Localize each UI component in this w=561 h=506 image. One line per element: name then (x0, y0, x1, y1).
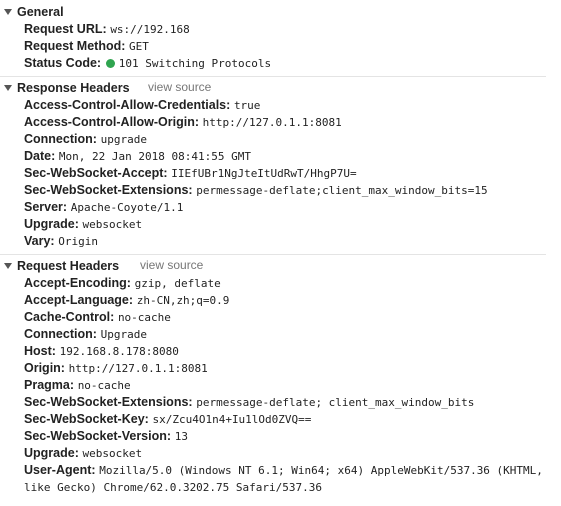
general-section-header[interactable]: General (0, 3, 546, 20)
header-key: Date: (24, 149, 56, 163)
header-key: Upgrade: (24, 217, 79, 231)
request-header-row: Upgrade: websocket (24, 445, 142, 462)
header-key: Access-Control-Allow-Credentials: (24, 98, 231, 112)
general-row-request-method: Request Method: GET (24, 38, 149, 55)
header-key: Connection: (24, 327, 97, 341)
header-value: 13 (174, 430, 188, 443)
request-header-row: Accept-Encoding: gzip, deflate (24, 275, 221, 292)
header-value: true (233, 99, 261, 112)
header-key: User-Agent: (24, 463, 96, 477)
request-headers-section-title: Request Headers (17, 258, 120, 273)
header-key: Request Method: (24, 39, 126, 53)
header-key: Access-Control-Allow-Origin: (24, 115, 200, 129)
header-value: Origin (58, 235, 98, 248)
request-header-row: Sec-WebSocket-Version: 13 (24, 428, 188, 445)
response-headers-section-title: Response Headers (17, 80, 130, 95)
header-key: Status Code: (24, 56, 102, 70)
header-key: Pragma: (24, 378, 75, 392)
header-value: Mon, 22 Jan 2018 08:41:55 GMT (58, 150, 251, 163)
request-header-row: Cache-Control: no-cache (24, 309, 171, 326)
header-value: 101 Switching Protocols (118, 57, 272, 70)
header-key: Accept-Language: (24, 293, 134, 307)
header-value: sx/Zcu4O1n4+Iu1lOd0ZVQ== (152, 413, 312, 426)
general-section-title: General (17, 4, 64, 19)
response-header-row: Date: Mon, 22 Jan 2018 08:41:55 GMT (24, 148, 251, 165)
header-key: Vary: (24, 234, 55, 248)
request-header-row: Origin: http://127.0.1.1:8081 (24, 360, 208, 377)
header-value: Mozilla/5.0 (Windows NT 6.1; Win64; x64)… (99, 464, 543, 477)
header-value: websocket (82, 447, 143, 460)
response-header-row: Sec-WebSocket-Extensions: permessage-def… (24, 182, 488, 199)
request-header-row: Connection: Upgrade (24, 326, 147, 343)
request-header-row: Pragma: no-cache (24, 377, 131, 394)
header-key: Sec-WebSocket-Key: (24, 412, 149, 426)
request-header-row: User-Agent: Mozilla/5.0 (Windows NT 6.1;… (24, 462, 543, 479)
request-header-row: Sec-WebSocket-Extensions: permessage-def… (24, 394, 474, 411)
response-header-row: Access-Control-Allow-Origin: http://127.… (24, 114, 342, 131)
header-key: Sec-WebSocket-Accept: (24, 166, 168, 180)
header-value: http://127.0.1.1:8081 (68, 362, 208, 375)
header-key: Sec-WebSocket-Extensions: (24, 183, 193, 197)
header-value: upgrade (100, 133, 147, 146)
header-value: permessage-deflate;client_max_window_bit… (196, 184, 488, 197)
header-value-continuation: like Gecko) Chrome/62.0.3202.75 Safari/5… (24, 481, 323, 494)
section-divider (0, 76, 546, 77)
header-key: Host: (24, 344, 56, 358)
header-key: Server: (24, 200, 68, 214)
header-value: ws://192.168 (110, 23, 190, 36)
header-value: no-cache (77, 379, 131, 392)
collapse-triangle-icon[interactable] (4, 8, 12, 15)
header-value: zh-CN,zh;q=0.9 (136, 294, 230, 307)
request-header-row: Sec-WebSocket-Key: sx/Zcu4O1n4+Iu1lOd0ZV… (24, 411, 311, 428)
header-value: http://127.0.1.1:8081 (202, 116, 342, 129)
header-key: Cache-Control: (24, 310, 115, 324)
header-value: Upgrade (100, 328, 147, 341)
collapse-triangle-icon[interactable] (4, 84, 12, 91)
status-ok-icon (105, 59, 115, 68)
header-value: gzip, deflate (134, 277, 221, 290)
header-key: Origin: (24, 361, 65, 375)
general-row-request-url: Request URL: ws://192.168 (24, 21, 190, 38)
header-key: Accept-Encoding: (24, 276, 131, 290)
response-header-row: Upgrade: websocket (24, 216, 142, 233)
response-headers-section-header[interactable]: Response Headers (0, 79, 546, 96)
user-agent-continuation: like Gecko) Chrome/62.0.3202.75 Safari/5… (24, 479, 322, 496)
section-divider (0, 254, 546, 255)
request-header-row: Host: 192.168.8.178:8080 (24, 343, 179, 360)
header-key: Sec-WebSocket-Version: (24, 429, 172, 443)
response-header-row: Server: Apache-Coyote/1.1 (24, 199, 183, 216)
response-header-row: Vary: Origin (24, 233, 98, 250)
response-header-row: Connection: upgrade (24, 131, 147, 148)
header-key: Request URL: (24, 22, 107, 36)
header-value: GET (129, 40, 149, 53)
header-value: permessage-deflate; client_max_window_bi… (196, 396, 475, 409)
header-key: Connection: (24, 132, 97, 146)
general-row-status-code: Status Code: 101 Switching Protocols (24, 55, 271, 72)
header-value: websocket (82, 218, 143, 231)
header-value: Apache-Coyote/1.1 (70, 201, 184, 214)
header-key: Upgrade: (24, 446, 79, 460)
response-header-row: Access-Control-Allow-Credentials: true (24, 97, 260, 114)
request-headers-view-source-link[interactable]: view source (140, 258, 203, 272)
collapse-triangle-icon[interactable] (4, 262, 12, 269)
header-value: IIEfUBr1NgJteItUdRwT/HhgP7U= (171, 167, 357, 180)
response-headers-view-source-link[interactable]: view source (148, 80, 211, 94)
header-key: Sec-WebSocket-Extensions: (24, 395, 193, 409)
request-headers-section-header[interactable]: Request Headers (0, 257, 546, 274)
request-header-row: Accept-Language: zh-CN,zh;q=0.9 (24, 292, 229, 309)
header-value: 192.168.8.178:8080 (59, 345, 179, 358)
response-header-row: Sec-WebSocket-Accept: IIEfUBr1NgJteItUdR… (24, 165, 357, 182)
header-value: no-cache (117, 311, 171, 324)
